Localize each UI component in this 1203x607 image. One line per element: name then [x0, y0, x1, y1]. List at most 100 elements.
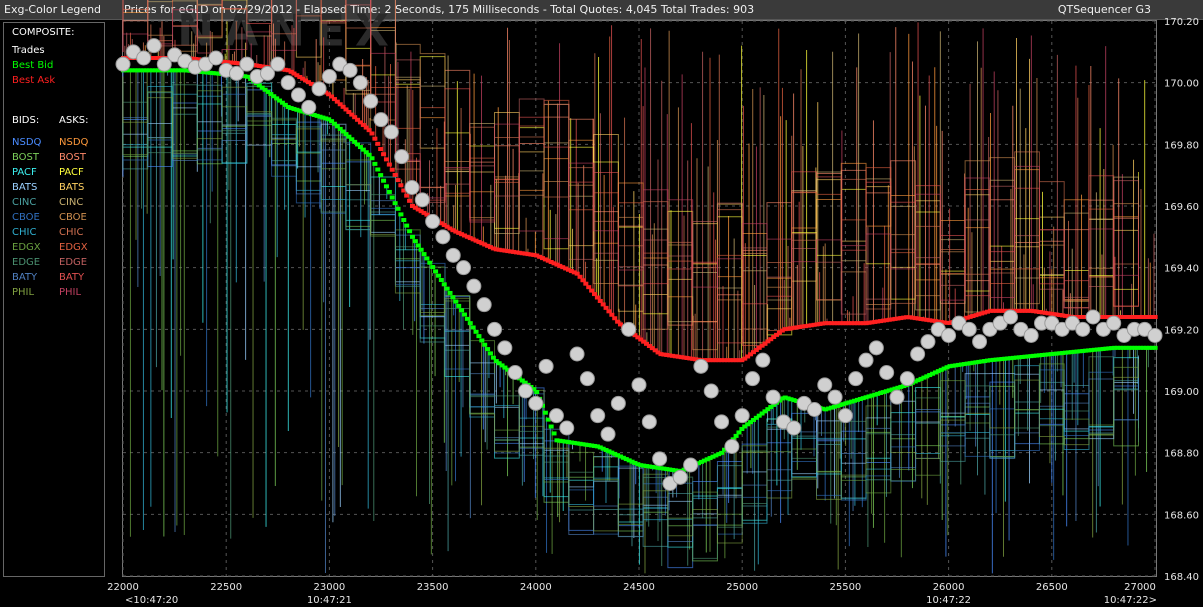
best-bid-marker — [430, 265, 436, 270]
best-ask-marker — [389, 167, 395, 172]
x-tick-label: 24000 — [520, 582, 552, 593]
trade-point — [765, 389, 781, 405]
trade-point — [466, 278, 482, 294]
trade-point — [404, 180, 420, 195]
best-bid-marker — [412, 239, 418, 244]
best-bid-marker — [464, 316, 470, 321]
trade-point — [961, 321, 977, 337]
best-bid-marker — [415, 243, 421, 248]
trade-point — [1075, 321, 1091, 337]
trade-point — [879, 365, 895, 380]
best-bid-marker — [438, 278, 444, 282]
trade-point — [920, 334, 936, 350]
best-ask-marker — [609, 312, 615, 317]
best-bid-marker — [427, 260, 433, 265]
trade-point — [435, 229, 451, 245]
best-ask-marker — [606, 309, 612, 314]
best-bid-marker — [398, 212, 404, 217]
trade-point — [528, 395, 544, 411]
best-ask-marker — [612, 316, 618, 321]
best-bid-marker — [461, 312, 467, 317]
trade-point — [724, 439, 740, 454]
trade-point — [301, 99, 317, 115]
best-ask-marker — [395, 178, 401, 183]
trade-point — [239, 56, 255, 72]
best-bid-marker — [424, 256, 430, 261]
best-bid-marker — [409, 234, 415, 239]
best-ask-marker — [586, 285, 592, 290]
best-ask-marker — [577, 274, 583, 279]
trade-point — [621, 321, 637, 337]
best-bid-marker — [485, 347, 491, 352]
best-bid-marker — [450, 295, 456, 300]
x-tick-label: 22000 — [107, 582, 139, 593]
best-bid-marker — [551, 431, 557, 436]
best-ask-marker — [404, 193, 410, 198]
trade-point — [734, 408, 750, 424]
best-bid-marker — [482, 342, 488, 347]
best-ask-marker — [378, 147, 384, 152]
trade-point — [1085, 309, 1101, 325]
best-bid-marker — [381, 178, 387, 183]
trade-point — [745, 371, 761, 387]
x-tick-label: 25000 — [726, 582, 758, 593]
trade-point — [487, 321, 503, 337]
trade-point — [115, 56, 131, 72]
trade-point — [972, 334, 988, 350]
trade-point — [868, 340, 884, 356]
best-bid-marker — [459, 308, 465, 313]
trade-point — [652, 451, 668, 467]
y-tick-label: 168.60 — [1164, 510, 1199, 521]
best-ask-marker — [383, 157, 389, 162]
trade-point — [476, 297, 492, 313]
best-ask-marker — [594, 295, 600, 300]
best-bid-marker — [456, 303, 462, 308]
time-label: 10:47:21 — [307, 595, 352, 606]
trade-point — [579, 371, 595, 387]
best-ask-marker — [381, 152, 387, 157]
trade-point — [352, 75, 368, 91]
y-tick-label: 169.80 — [1164, 140, 1199, 151]
time-label: 10:47:22> — [1104, 595, 1157, 606]
trade-point — [425, 213, 441, 229]
trade-point — [456, 260, 472, 276]
trade-point — [290, 87, 306, 103]
best-bid-marker — [421, 252, 427, 257]
trade-point — [321, 69, 337, 84]
trade-point — [445, 247, 461, 263]
best-bid-marker — [479, 338, 485, 343]
y-tick-label: 169.00 — [1164, 387, 1199, 398]
best-ask-marker — [392, 172, 398, 177]
best-bid-marker — [453, 299, 459, 304]
trade-point — [786, 420, 802, 436]
y-tick-label: 168.80 — [1164, 449, 1199, 460]
best-bid-marker — [548, 424, 554, 429]
trade-point — [755, 352, 771, 368]
best-ask-marker — [603, 305, 609, 310]
y-tick-label: 168.40 — [1164, 572, 1199, 583]
best-bid-marker — [366, 152, 372, 157]
trade-point — [837, 408, 853, 424]
trade-point — [641, 414, 657, 430]
best-bid-marker — [404, 223, 410, 228]
best-bid-marker — [476, 334, 482, 339]
trade-point — [1003, 309, 1019, 325]
x-tick-label: 26000 — [933, 582, 965, 593]
best-ask-marker — [369, 131, 375, 136]
best-ask-marker — [372, 136, 378, 141]
best-bid-marker — [733, 433, 739, 438]
best-bid-marker — [433, 269, 439, 274]
best-ask-marker — [407, 198, 413, 203]
best-bid-marker — [467, 321, 473, 326]
best-bid-marker — [392, 201, 398, 206]
x-tick-label: 23500 — [417, 582, 449, 593]
best-bid-marker — [435, 273, 441, 278]
trade-point — [373, 112, 389, 128]
best-bid-marker — [441, 282, 447, 287]
trade-point — [342, 62, 358, 78]
price-chart: NANEX 170.20170.00169.80169.60169.40169.2… — [107, 0, 1199, 606]
trade-point — [569, 346, 585, 362]
trade-point — [848, 371, 864, 387]
x-tick-label: 25500 — [829, 582, 861, 593]
best-ask-marker — [600, 302, 606, 307]
